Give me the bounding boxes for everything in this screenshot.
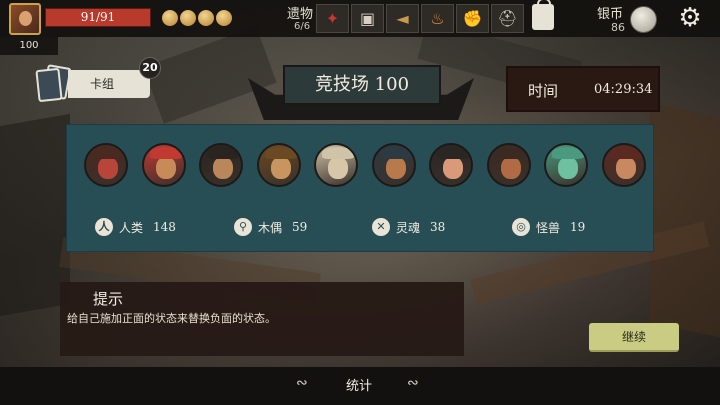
player-level: 100 [0,37,58,55]
gold-coin-icon [198,10,214,26]
time-panel: 时间 04:29:34 [506,66,660,112]
silver-count: 86 [611,21,625,34]
torch-icon[interactable]: ♨ [421,4,454,33]
tip-box: 提示 给自己施加正面的状态来替换负面的状态。 [60,282,464,356]
stat-label: 木偶 [258,220,283,235]
opponent-portrait[interactable] [84,143,128,187]
tip-text: 给自己施加正面的状态来替换负面的状态。 [67,312,276,325]
opponent-portrait[interactable] [314,143,358,187]
relic-slots: ✦ ▣ ◄ ♨ ✊ ⛑ [316,0,554,33]
beast-icon: ◎ [512,218,530,236]
opponent-portrait[interactable] [429,143,473,187]
viking-helmet-icon[interactable]: ⛑ [491,4,524,33]
stat-puppet: ⚲ 木偶 59 [234,218,307,236]
opponent-portrait[interactable] [601,143,646,187]
lock-icon[interactable] [532,0,554,30]
opponent-portrait[interactable] [141,143,186,187]
kill-stats: 人 人类 148 ⚲ 木偶 59 ✕ 灵魂 38 ◎ 怪兽 19 [95,218,655,240]
ornament-left-icon: ∾ [296,375,308,391]
stat-label: 灵魂 [396,220,421,235]
opponent-portrait[interactable] [486,143,531,187]
puppet-icon: ⚲ [234,218,252,236]
stat-value: 38 [430,220,446,234]
relics-label: 遗物 [287,7,314,22]
stat-value: 59 [292,220,308,234]
stat-value: 19 [570,220,586,234]
gauntlet-icon[interactable]: ✊ [456,4,489,33]
red-bird-icon[interactable]: ✦ [316,4,349,33]
deck-button[interactable]: 卡组 [68,70,150,98]
stat-value: 148 [153,220,176,234]
card-shape [35,67,63,103]
deck-cards-icon[interactable] [35,64,72,103]
player-portrait[interactable] [9,3,41,35]
gold-coin-icon [180,10,196,26]
stat-beast: ◎ 怪兽 19 [512,218,585,236]
stat-soul: ✕ 灵魂 38 [372,218,445,236]
opponents-panel: 人 人类 148 ⚲ 木偶 59 ✕ 灵魂 38 ◎ 怪兽 19 [66,124,654,252]
debris-shape [143,26,277,124]
opponent-portrait[interactable] [256,143,301,187]
time-label: 时间 [528,82,559,100]
horn-icon[interactable]: ◄ [386,4,419,33]
soul-icon: ✕ [372,218,390,236]
continue-button[interactable]: 继续 [589,323,679,352]
opponent-portrait[interactable] [371,143,416,187]
health-bar: 91/91 [45,8,151,27]
stats-button[interactable]: 统计 [346,375,372,394]
top-hud-bar: 91/91 遗物 6/6 ✦ ▣ ◄ ♨ ✊ ⛑ 银币 86 ⚙ [0,0,720,37]
opponent-portraits [84,143,646,187]
gold-coin-icon [162,10,178,26]
opponent-portrait[interactable] [544,143,588,187]
human-icon: 人 [95,218,113,236]
treasure-map-icon[interactable]: ▣ [351,4,384,33]
relics-count: 6/6 [294,21,311,32]
deck-count-badge: 20 [139,57,161,79]
gold-coin-icon [216,10,232,26]
ornament-right-icon: ∾ [407,375,419,391]
gear-icon[interactable]: ⚙ [676,4,704,32]
stat-human: 人 人类 148 [95,218,176,236]
silver-coin-icon [630,6,657,33]
bottom-bar: ∾ 统计 ∾ [0,367,720,405]
opponent-portrait[interactable] [199,143,243,187]
tip-title: 提示 [93,290,124,308]
silver-label: 银币 [597,7,624,22]
stat-label: 人类 [119,220,144,235]
stat-label: 怪兽 [536,220,561,235]
gold-coins [162,10,232,26]
debris-shape [650,102,720,338]
arena-title: 竞技场 100 [283,65,441,105]
time-value: 04:29:34 [594,82,653,97]
